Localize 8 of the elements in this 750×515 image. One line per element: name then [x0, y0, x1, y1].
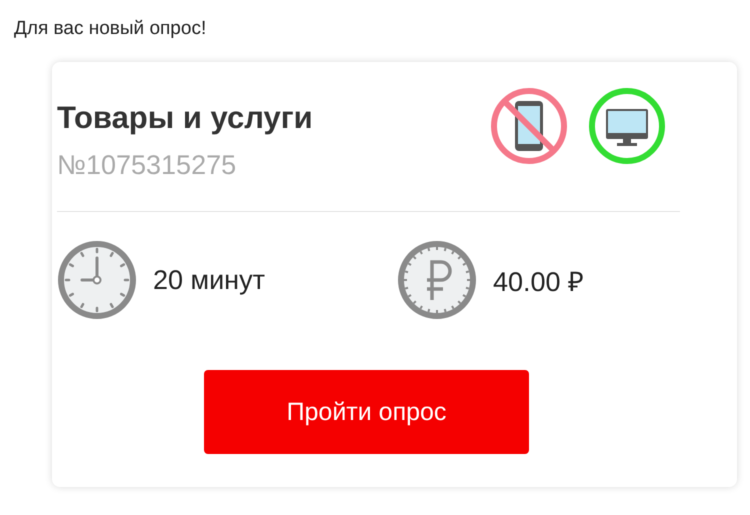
- survey-title: Товары и услуги: [57, 100, 313, 136]
- survey-number: №1075315275: [57, 150, 238, 181]
- take-survey-button[interactable]: Пройти опрос: [204, 370, 529, 454]
- ruble-coin-icon: [397, 240, 477, 320]
- info-text: 20 минут: [153, 264, 265, 296]
- notice-text: Для вас новый опрос!: [14, 18, 208, 40]
- info-text: 40.00 ₽: [493, 266, 584, 298]
- clock-icon: [57, 240, 137, 320]
